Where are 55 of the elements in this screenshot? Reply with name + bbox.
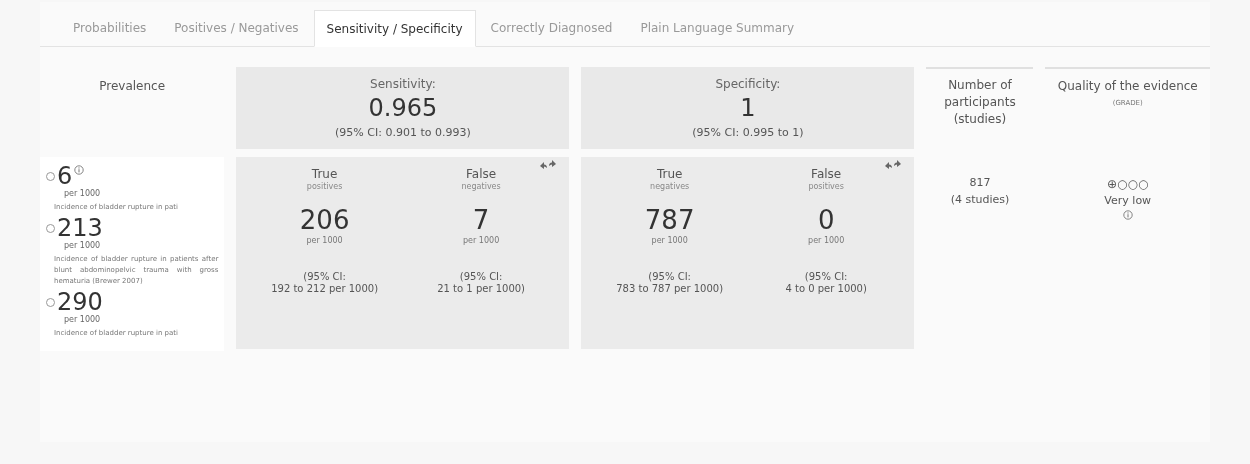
cell-value: 206 [299, 205, 350, 235]
cell-value: 787 [644, 205, 695, 235]
confidence-interval: (95% CI: 0.995 to 1) [692, 125, 804, 141]
measure-label: Sensitivity: [370, 76, 436, 93]
column-header: Number of participants (studies) [943, 77, 1017, 128]
radio-button[interactable] [46, 297, 55, 307]
cell-label: True [311, 167, 338, 181]
ci-range: 4 to 0 per 1000) [785, 283, 867, 295]
cell-label: False [811, 167, 842, 181]
cell-sublabel: negatives [461, 181, 501, 193]
ci-label: (95% CI: [303, 271, 346, 283]
grade-symbols: ⊕○○○ [1107, 176, 1149, 193]
swap-arrows-icon[interactable] [539, 159, 558, 171]
cell-sublabel: positives [306, 181, 343, 193]
measure-value: 0.965 [368, 93, 438, 123]
participant-count: 817 [969, 175, 991, 191]
ci-label: (95% CI: [648, 271, 691, 283]
prevalence-unit: per 1000 [63, 241, 102, 251]
column-header: Quality of the evidence [1057, 78, 1198, 95]
swap-arrows-icon[interactable] [884, 159, 903, 171]
ci-label: (95% CI: [459, 271, 503, 283]
tab[interactable]: Sensitivity / Specificity [313, 10, 476, 47]
prevalence-value: 6 [57, 163, 73, 189]
radio-button[interactable] [46, 171, 55, 181]
cell-sublabel: negatives [650, 181, 690, 193]
info-icon[interactable] [74, 165, 85, 175]
tab[interactable]: Plain Language Summary [627, 10, 808, 46]
cell-value: 7 [472, 205, 490, 235]
tab[interactable]: Probabilities [60, 10, 160, 46]
prevalence-unit: per 1000 [63, 189, 102, 199]
tab[interactable]: Correctly Diagnosed [477, 10, 626, 46]
ci-range: 192 to 212 per 1000) [271, 283, 379, 295]
confidence-interval: (95% CI: 0.901 to 0.993) [335, 125, 471, 141]
cell-label: True [656, 167, 683, 181]
quality-rating: Very low [1104, 193, 1152, 209]
cell-unit: per 1000 [651, 235, 688, 247]
ci-label: (95% CI: [804, 271, 848, 283]
cell-sublabel: positives [808, 181, 844, 193]
tab[interactable]: Positives / Negatives [161, 10, 312, 46]
cell-label: False [466, 167, 497, 181]
prevalence-value: 213 [57, 215, 103, 241]
cell-value: 0 [817, 205, 835, 235]
prevalence-unit: per 1000 [63, 315, 102, 325]
measure-value: 1 [740, 93, 756, 123]
ci-range: 21 to 1 per 1000) [437, 283, 526, 295]
cell-unit: per 1000 [463, 235, 500, 247]
info-icon[interactable] [1122, 209, 1133, 220]
cell-unit: per 1000 [306, 235, 343, 247]
ci-range: 783 to 787 per 1000) [616, 283, 724, 295]
cell-unit: per 1000 [808, 235, 845, 247]
radio-button[interactable] [46, 223, 55, 233]
study-count: (4 studies) [950, 191, 1010, 208]
column-header: Prevalence [99, 78, 166, 95]
measure-label: Specificity: [715, 76, 781, 93]
prevalence-value: 290 [57, 289, 103, 315]
